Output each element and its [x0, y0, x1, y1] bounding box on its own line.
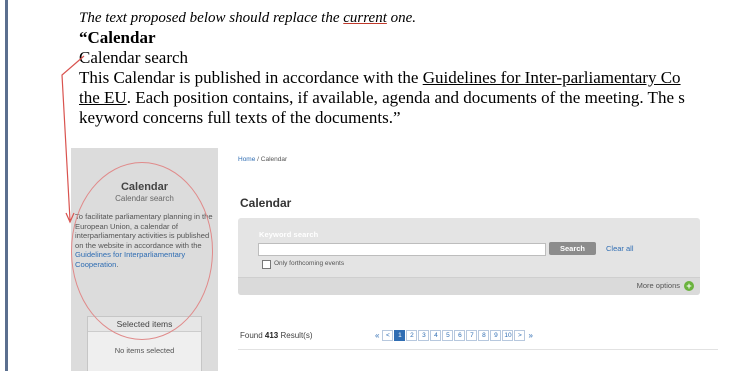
selected-items-header: Selected items: [88, 317, 201, 332]
sidebar-description: To facilitate parliamentary planning in …: [75, 212, 213, 269]
forthcoming-checkbox[interactable]: [262, 260, 271, 269]
page-7-button[interactable]: 7: [466, 330, 478, 341]
breadcrumb-current: Calendar: [260, 156, 288, 163]
main-content: Home / Calendar Calendar Keyword search …: [223, 148, 731, 371]
document-left-border: [5, 0, 8, 371]
first-page-button[interactable]: «: [373, 331, 381, 340]
page-1-button[interactable]: 1: [394, 330, 406, 341]
breadcrumb: Home / Calendar: [238, 156, 288, 163]
intro-line: The text proposed below should replace t…: [79, 10, 417, 26]
page-4-button[interactable]: 4: [430, 330, 442, 341]
sidebar-subtitle: Calendar search: [115, 194, 174, 203]
page-8-button[interactable]: 8: [478, 330, 490, 341]
results-count: Found 413 Result(s): [240, 331, 313, 340]
doc-para-line1: This Calendar is published in accordance…: [79, 68, 681, 87]
plus-circle-icon[interactable]: +: [684, 281, 694, 291]
selected-items-box: Selected items No items selected: [87, 316, 202, 371]
page-6-button[interactable]: 6: [454, 330, 466, 341]
sidebar-title: Calendar: [120, 181, 169, 193]
forthcoming-label: Only forthcoming events: [274, 260, 345, 267]
page-3-button[interactable]: 3: [418, 330, 430, 341]
next-page-button[interactable]: >: [514, 330, 526, 341]
search-button[interactable]: Search: [549, 242, 596, 255]
document-text: The text proposed below should replace t…: [79, 10, 731, 128]
panel-footer: More options +: [238, 277, 700, 295]
divider: [238, 349, 718, 350]
sidebar: Calendar Calendar search To facilitate p…: [71, 148, 218, 371]
prev-page-button[interactable]: <: [382, 330, 394, 341]
doc-heading: “Calendar: [79, 28, 156, 47]
page-9-button[interactable]: 9: [490, 330, 502, 341]
last-page-button[interactable]: »: [526, 331, 534, 340]
keyword-label: Keyword search: [259, 230, 319, 239]
embedded-website-screenshot: Calendar Calendar search To facilitate p…: [71, 148, 731, 371]
sidebar-guidelines-link[interactable]: Guidelines for Interparliamentary Cooper…: [75, 250, 185, 269]
page-10-button[interactable]: 10: [502, 330, 514, 341]
doc-subheading: Calendar search: [79, 48, 189, 67]
more-options-link[interactable]: More options: [637, 281, 680, 290]
clear-all-link[interactable]: Clear all: [606, 244, 634, 253]
search-panel: Keyword search Search Clear all Only for…: [238, 218, 700, 295]
current-word: current: [343, 10, 387, 26]
doc-para-line3: keyword concerns full texts of the docum…: [79, 108, 401, 127]
breadcrumb-home[interactable]: Home: [238, 156, 255, 163]
eu-link[interactable]: the EU: [79, 88, 127, 107]
page-5-button[interactable]: 5: [442, 330, 454, 341]
keyword-search-input[interactable]: [258, 243, 546, 256]
pagination: « < 1 2 3 4 5 6 7 8 9 10 > »: [373, 330, 535, 341]
guidelines-link[interactable]: Guidelines for Inter-parliamentary Co: [423, 68, 681, 87]
doc-para-line2: the EU. Each position contains, if avail…: [79, 88, 685, 107]
page-title: Calendar: [240, 196, 292, 210]
page-numbers: 1 2 3 4 5 6 7 8 9 10: [394, 330, 514, 341]
page-2-button[interactable]: 2: [406, 330, 418, 341]
selected-items-empty: No items selected: [114, 346, 175, 355]
